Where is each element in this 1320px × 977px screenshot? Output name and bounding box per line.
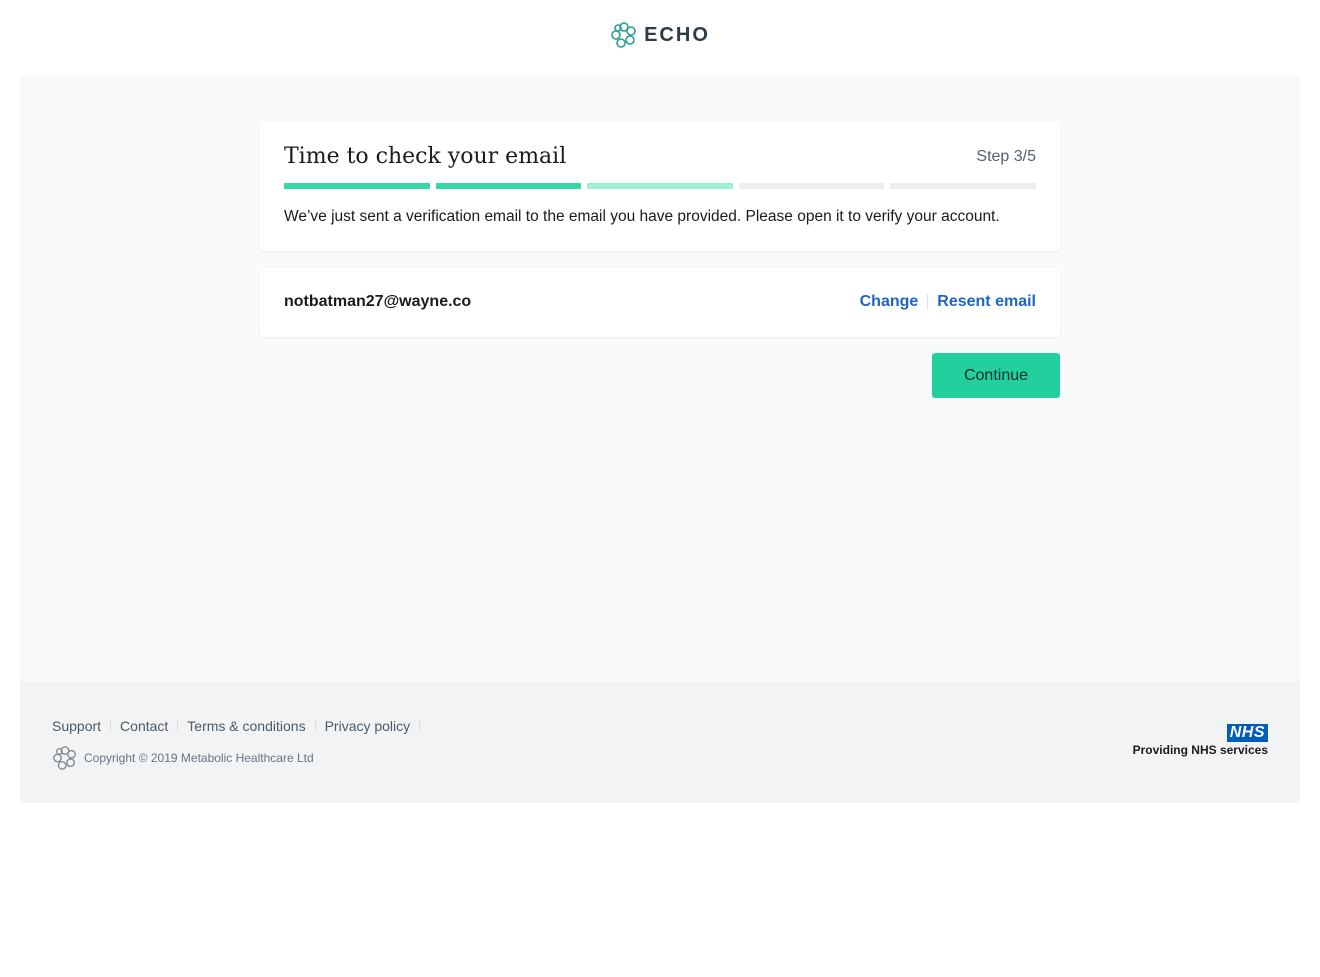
footer: Support Contact Terms & conditions Priva… xyxy=(20,681,1300,803)
verification-description: We’ve just sent a verification email to … xyxy=(284,208,1000,225)
divider xyxy=(419,719,421,733)
progress-segment xyxy=(890,183,1036,189)
email-actions: Change Resent email xyxy=(860,293,1036,311)
echo-flower-icon xyxy=(53,746,76,770)
footer-link-contact[interactable]: Contact xyxy=(120,718,168,734)
nhs-logo: NHS Providing NHS services xyxy=(1133,724,1268,757)
divider xyxy=(314,719,316,733)
change-email-link[interactable]: Change xyxy=(860,293,919,311)
nhs-tagline: Providing NHS services xyxy=(1132,743,1268,757)
progress-segment xyxy=(284,183,430,189)
continue-button[interactable]: Continue xyxy=(932,353,1060,398)
copyright-text: Copyright © 2019 Metabolic Healthcare Lt… xyxy=(84,751,314,765)
footer-links: Support Contact Terms & conditions Priva… xyxy=(52,718,429,734)
footer-link-privacy[interactable]: Privacy policy xyxy=(325,718,411,734)
footer-link-support[interactable]: Support xyxy=(52,718,101,734)
email-address: notbatman27@wayne.co xyxy=(284,293,472,310)
header: ECHO xyxy=(0,0,1320,76)
brand-name: ECHO xyxy=(644,23,710,46)
progress-segment xyxy=(738,183,885,189)
copyright: Copyright © 2019 Metabolic Healthcare Lt… xyxy=(52,745,314,771)
resend-email-link[interactable]: Resent email xyxy=(937,293,1036,311)
verification-card: Time to check your email Step 3/5 We’ve … xyxy=(260,122,1060,251)
progress-segment xyxy=(587,183,733,189)
step-indicator: Step 3/5 xyxy=(976,148,1036,165)
email-card: notbatman27@wayne.co Change Resent email xyxy=(260,268,1060,337)
main-content: Time to check your email Step 3/5 We’ve … xyxy=(20,76,1300,681)
page-title: Time to check your email xyxy=(284,144,567,169)
divider xyxy=(177,719,179,733)
nhs-badge: NHS xyxy=(1226,724,1268,742)
divider xyxy=(110,719,112,733)
echo-logo[interactable]: ECHO xyxy=(610,21,710,49)
divider xyxy=(927,294,929,310)
progress-bar xyxy=(284,183,1036,189)
echo-flower-icon xyxy=(611,22,636,48)
progress-segment xyxy=(435,183,582,189)
footer-link-terms[interactable]: Terms & conditions xyxy=(187,718,305,734)
